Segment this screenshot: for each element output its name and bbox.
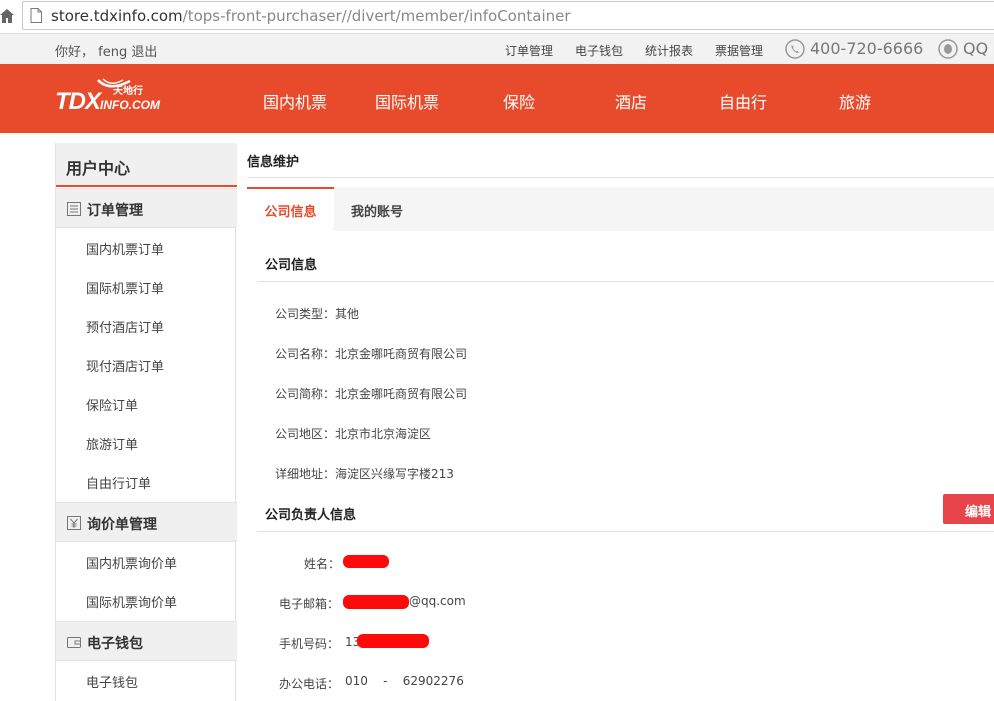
info-maintenance-panel: 信息维护 公司信息 我的账号 公司信息 公司类型：其他 公司名称：北京金哪吒商贸…	[247, 143, 994, 701]
contact-office-phone-value: 010 - 62902276	[345, 674, 464, 688]
contact-office-phone-label: 办公电话：	[279, 677, 340, 691]
sidebar-item-insurance-orders[interactable]: 保险订单	[86, 395, 138, 414]
url-path: /tops-front-purchaser//divert/member/inf…	[182, 7, 571, 25]
service-phone: 400-720-6666	[810, 39, 924, 58]
sidebar-item-domestic-flight-orders[interactable]: 国内机票订单	[86, 239, 164, 258]
company-region: 公司地区：北京市北京海淀区	[275, 427, 432, 441]
logo-sub-text: INFO.COM	[100, 98, 160, 112]
toplink-e-wallet[interactable]: 电子钱包	[575, 42, 623, 59]
contact-email-label: 电子邮箱：	[279, 597, 340, 611]
sidebar-item-intl-flight-inquiries[interactable]: 国际机票询价单	[86, 592, 177, 611]
browser-url-bar: store.tdxinfo.com/tops-front-purchaser//…	[0, 0, 994, 33]
address-field[interactable]: store.tdxinfo.com/tops-front-purchaser//…	[22, 1, 994, 30]
tab-label: 公司信息	[264, 205, 317, 220]
user-center-sidebar: 用户中心 订单管理 国内机票订单 国际机票订单 预付酒店订单 现付酒店订单 保险…	[55, 143, 237, 701]
nav-hotel[interactable]: 酒店	[615, 89, 647, 113]
section-divider	[257, 281, 994, 282]
contact-mobile-label: 手机号码：	[279, 637, 340, 651]
page-title: 信息维护	[247, 155, 300, 170]
contact-name-label: 姓名：	[304, 557, 341, 571]
logo-main-text: TDX	[55, 88, 101, 115]
list-icon	[67, 202, 81, 216]
toplink-order-management[interactable]: 订单管理	[505, 42, 553, 59]
tab-my-account[interactable]: 我的账号	[334, 187, 420, 231]
redaction-mark	[343, 555, 389, 568]
sidebar-item-tour-orders[interactable]: 旅游订单	[86, 434, 138, 453]
tdx-logo[interactable]: 天地行 TDXINFO.COM	[55, 76, 165, 116]
sidebar-item-intl-flight-orders[interactable]: 国际机票订单	[86, 278, 164, 297]
sidebar-item-domestic-flight-inquiries[interactable]: 国内机票询价单	[86, 553, 177, 572]
qq-icon[interactable]	[938, 39, 958, 59]
phone-icon	[785, 39, 805, 59]
page-icon	[30, 8, 42, 23]
wallet-icon	[67, 637, 81, 648]
nav-insurance[interactable]: 保险	[503, 89, 535, 113]
company-short-name: 公司简称：北京金哪吒商贸有限公司	[275, 387, 468, 401]
toplink-invoice[interactable]: 票据管理	[715, 42, 763, 59]
section-divider	[257, 531, 994, 532]
sidebar-header: 用户中心	[56, 143, 237, 187]
home-icon[interactable]	[0, 8, 14, 24]
sidebar-item-free-travel-orders[interactable]: 自由行订单	[86, 473, 151, 492]
tab-bar: 公司信息 我的账号	[247, 187, 994, 231]
sidebar-item-e-wallet[interactable]: 电子钱包	[86, 672, 138, 691]
main-nav: 天地行 TDXINFO.COM 国内机票 国际机票 保险 酒店 自由行 旅游	[0, 64, 994, 133]
nav-international-flights[interactable]: 国际机票	[375, 89, 439, 113]
toplink-statistics[interactable]: 统计报表	[645, 42, 693, 59]
sidebar-item-prepaid-hotel-orders[interactable]: 预付酒店订单	[86, 317, 164, 336]
edit-button[interactable]: 编辑	[943, 494, 994, 524]
company-type: 公司类型：其他	[275, 307, 360, 321]
nav-free-travel[interactable]: 自由行	[719, 89, 767, 113]
url-text: store.tdxinfo.com/tops-front-purchaser//…	[51, 7, 571, 25]
tab-company-info[interactable]: 公司信息	[247, 187, 334, 231]
sidebar-group-label: 电子钱包	[87, 636, 143, 652]
logo-wordmark: TDXINFO.COM	[55, 88, 160, 116]
top-info-bar: 你好， feng 退出 订单管理 电子钱包 统计报表 票据管理 400-720-…	[0, 33, 994, 64]
qq-label[interactable]: QQ	[963, 39, 988, 58]
contact-email-value: @qq.com	[409, 594, 466, 608]
nav-domestic-flights[interactable]: 国内机票	[263, 89, 327, 113]
edit-button-label: 编辑	[965, 505, 992, 520]
title-divider	[247, 177, 994, 178]
nav-tours[interactable]: 旅游	[839, 89, 871, 113]
user-greeting[interactable]: 你好， feng 退出	[55, 41, 157, 60]
yen-icon	[67, 516, 81, 530]
sidebar-group-inquiries[interactable]: 询价单管理	[56, 502, 237, 542]
sidebar-title: 用户中心	[66, 159, 131, 178]
tab-label: 我的账号	[350, 205, 403, 220]
sidebar-group-wallet[interactable]: 电子钱包	[56, 621, 237, 661]
redaction-mark	[357, 634, 429, 648]
company-section-title: 公司信息	[265, 258, 318, 273]
company-address: 详细地址：海淀区兴缘写字楼213	[275, 467, 454, 481]
sidebar-group-label: 询价单管理	[87, 517, 157, 533]
sidebar-group-orders[interactable]: 订单管理	[56, 188, 237, 228]
sidebar-item-pay-at-hotel-orders[interactable]: 现付酒店订单	[86, 356, 164, 375]
url-host: store.tdxinfo.com	[51, 7, 183, 25]
company-name: 公司名称：北京金哪吒商贸有限公司	[275, 347, 468, 361]
sidebar-group-label: 订单管理	[87, 203, 143, 219]
redaction-mark	[343, 595, 409, 609]
contact-section-title: 公司负责人信息	[265, 508, 357, 523]
